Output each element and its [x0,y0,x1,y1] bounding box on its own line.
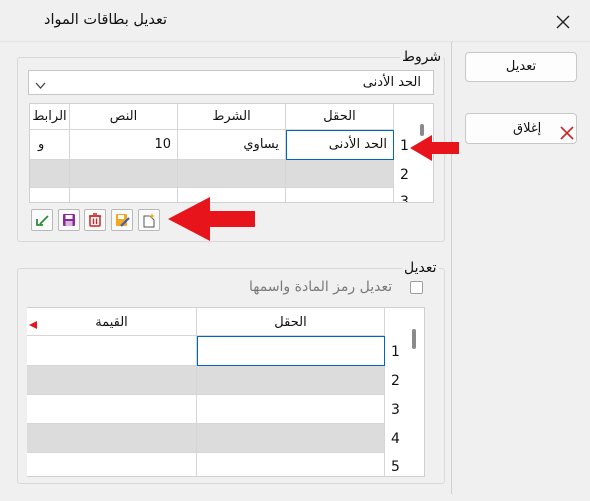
col-header-condition: الشرط [178,104,286,130]
edit-button-label: تعديل [505,59,537,74]
close-button-label: إغلاق [513,121,542,136]
modify-grid-scrollbar[interactable] [412,329,416,349]
col-header-text: النص [70,104,178,130]
row-number: 1 [391,344,400,360]
save-icon [63,214,75,226]
cell-condition[interactable]: يساوي [178,130,286,160]
modify-legend: تعديل [402,260,439,276]
row-number: 5 [391,459,400,475]
delete-button[interactable] [84,209,106,231]
col-header-link: الرابط [30,104,70,130]
panel-separator [451,42,452,494]
edit-icon [116,214,130,227]
window-title: تعديل بطاقات المواد [44,12,168,28]
cell-value[interactable] [27,424,197,453]
modify-code-checkbox-label: تعديل رمز المادة واسمها [249,279,393,295]
chevron-down-icon [35,79,46,94]
new-icon [143,213,155,228]
cell-value[interactable] [27,453,197,476]
cell-field[interactable] [197,366,385,395]
cell-value[interactable] [27,395,197,424]
close-button[interactable]: إغلاق [465,113,577,144]
undo-icon [36,215,49,226]
cell-link[interactable]: و [30,130,70,160]
row-number: 1 [400,138,409,154]
row-number: 3 [391,402,400,418]
conditions-legend: شروط [400,49,444,65]
modify-code-checkbox[interactable] [410,281,423,294]
field-select[interactable]: الحد الأدنى [28,70,434,95]
cell-field[interactable] [197,395,385,424]
close-window-icon[interactable] [555,14,571,30]
row-number: 3 [400,194,409,203]
cell-field[interactable] [197,424,385,453]
sort-indicator-icon [29,318,37,333]
cell-field[interactable] [286,188,394,202]
row-number: 4 [391,431,400,447]
conditions-grid: الرابط النص الشرط الحقل و 10 يساوي الحد … [29,103,434,203]
col-header-field: الحقل [197,308,385,336]
cell-condition[interactable] [178,160,286,188]
cell-value[interactable] [27,366,197,395]
edit-record-button[interactable] [111,209,133,231]
cell-link[interactable] [30,188,70,202]
modify-code-checkbox-row[interactable]: تعديل رمز المادة واسمها [249,279,426,297]
cell-field-selected[interactable]: الحد الأدنى [286,130,394,160]
delete-icon [89,213,101,227]
cell-link[interactable] [30,160,70,188]
cell-text[interactable] [70,160,178,188]
new-record-button[interactable] [138,209,160,231]
cell-text[interactable]: 10 [70,130,178,160]
edit-button[interactable]: تعديل [465,52,577,82]
modify-grid: القيمة الحقل 1 2 3 4 5 [27,307,425,477]
row-number: 2 [400,167,409,183]
col-header-value: القيمة [27,308,197,336]
undo-button[interactable] [31,209,53,231]
red-arrow-annotation-grid [410,133,460,163]
row-number: 2 [391,373,400,389]
save-button[interactable] [58,209,80,231]
cell-field-selected[interactable] [197,336,385,366]
red-arrow-annotation-toolbar [168,196,256,242]
close-red-x-icon [560,122,574,140]
cell-text[interactable] [70,188,178,202]
title-separator [0,41,590,42]
cell-value[interactable] [27,336,197,366]
col-header-field: الحقل [286,104,394,130]
cell-field[interactable] [197,453,385,476]
cell-field[interactable] [286,160,394,188]
field-select-value: الحد الأدنى [362,75,421,90]
